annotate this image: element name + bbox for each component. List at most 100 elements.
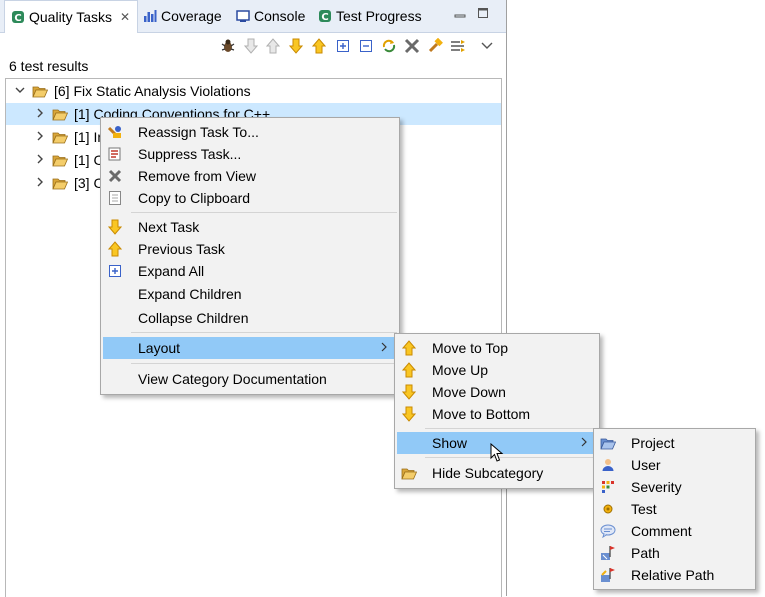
collapse-all-icon[interactable] [357,37,375,55]
open-folder-icon [32,86,48,97]
arrow-up-icon [107,241,123,257]
tab-quality-tasks[interactable]: C Quality Tasks ✕ [4,0,138,33]
tab-label: Quality Tasks [29,9,112,25]
menu-item-label: Path [631,545,660,561]
minimize-icon[interactable] [454,7,466,19]
menu-item-hide-subcategory[interactable]: Hide Subcategory [397,462,597,484]
chevron-down-icon[interactable] [14,85,26,97]
menu-item-label: Test [631,501,657,517]
menu-item-label: User [631,457,661,473]
remove-all-icon[interactable] [403,37,421,55]
menu-item-expand-children[interactable]: Expand Children [103,283,397,305]
menu-separator [425,428,597,429]
tab-label: Coverage [161,8,222,24]
context-menu: Reassign Task To... Suppress Task... Rem… [100,117,400,395]
severity-icon [600,479,616,495]
show-submenu: Project User Severity Test Comment Path [593,428,756,590]
expand-all-icon[interactable] [334,37,352,55]
menu-item-view-category-documentation[interactable]: View Category Documentation [103,368,397,390]
menu-item-label: Move to Top [432,340,509,356]
tree-root-label: [6] Fix Static Analysis Violations [54,83,251,99]
submenu-arrow-icon [581,437,587,450]
quality-tasks-icon: C [12,11,24,24]
maximize-icon[interactable] [477,7,489,19]
menu-item-severity[interactable]: Severity [596,476,753,498]
menu-separator [425,457,597,458]
tree-root[interactable]: [6] Fix Static Analysis Violations [6,80,501,102]
chevron-right-icon[interactable] [34,154,46,167]
menu-item-move-down[interactable]: Move Down [397,381,597,403]
tab-label: Test Progress [336,8,422,24]
arrow-down-icon [401,384,417,400]
menu-item-collapse-children[interactable]: Collapse Children [103,307,397,329]
menu-item-label: Move Up [432,362,489,378]
menu-item-next-task[interactable]: Next Task [103,216,397,238]
menu-separator [131,212,397,213]
menu-item-label: Remove from View [138,168,257,184]
menu-item-label: Previous Task [138,241,225,257]
menu-item-copy-to-clipboard[interactable]: Copy to Clipboard [103,187,397,209]
expand-all-icon [107,263,123,279]
menu-item-remove-from-view[interactable]: Remove from View [103,165,397,187]
arrow-up-disabled-icon[interactable] [264,37,282,55]
arrow-down-icon [401,406,417,422]
arrow-up-icon[interactable] [310,37,328,55]
open-folder-icon [52,109,68,120]
arrow-down-icon[interactable] [287,37,305,55]
menu-item-label: Severity [631,479,682,495]
menu-item-label: Project [631,435,675,451]
open-folder-icon [52,155,68,166]
user-icon [600,457,616,473]
menu-item-move-up[interactable]: Move Up [397,359,597,381]
menu-separator [131,332,397,333]
svg-text:C: C [14,13,21,24]
bug-icon[interactable] [219,37,237,55]
menu-item-label: Show [432,435,468,451]
tab-console[interactable]: Console [236,0,305,32]
arrow-down-disabled-icon[interactable] [242,37,260,55]
menu-item-layout[interactable]: Layout [103,337,397,359]
tab-coverage[interactable]: Coverage [143,0,222,32]
menu-item-path[interactable]: Path [596,542,753,564]
layout-icon[interactable] [449,37,467,55]
folder-icon [600,435,616,451]
menu-item-relative-path[interactable]: Relative Path [596,564,753,586]
menu-item-label: Comment [631,523,692,539]
view-menu-icon[interactable] [478,37,496,55]
menu-item-project[interactable]: Project [596,432,753,454]
menu-item-previous-task[interactable]: Previous Task [103,238,397,260]
hammer-icon[interactable] [426,37,444,55]
menu-item-label: Move to Bottom [432,406,531,422]
results-count: 6 test results [9,58,89,74]
menu-item-label: Suppress Task... [138,146,242,162]
mouse-cursor-icon [490,443,504,462]
comment-icon [600,523,616,539]
view-toolbar [0,33,506,59]
menu-item-label: Layout [138,340,181,356]
menu-item-move-to-bottom[interactable]: Move to Bottom [397,403,597,425]
chevron-right-icon[interactable] [34,108,46,121]
menu-item-label: Move Down [432,384,506,400]
menu-item-label: Next Task [138,219,200,235]
tab-test-progress[interactable]: C Test Progress [318,0,422,32]
arrow-down-icon [107,219,123,235]
chevron-right-icon[interactable] [34,131,46,144]
menu-item-test[interactable]: Test [596,498,753,520]
menu-item-move-to-top[interactable]: Move to Top [397,337,597,359]
console-icon [236,10,250,22]
menu-item-expand-all[interactable]: Expand All [103,260,397,282]
tab-label: Console [254,8,306,24]
sync-icon[interactable] [380,37,398,55]
menu-item-reassign-task[interactable]: Reassign Task To... [103,121,397,143]
menu-item-suppress-task[interactable]: Suppress Task... [103,143,397,165]
open-folder-icon [52,178,68,189]
arrow-up-icon [401,340,417,356]
path-icon [600,545,616,561]
menu-item-label: Expand All [138,263,205,279]
close-icon[interactable]: ✕ [120,10,130,24]
menu-item-comment[interactable]: Comment [596,520,753,542]
folder-icon [401,465,417,481]
chevron-right-icon[interactable] [34,177,46,190]
menu-item-user[interactable]: User [596,454,753,476]
remove-icon [107,168,123,184]
